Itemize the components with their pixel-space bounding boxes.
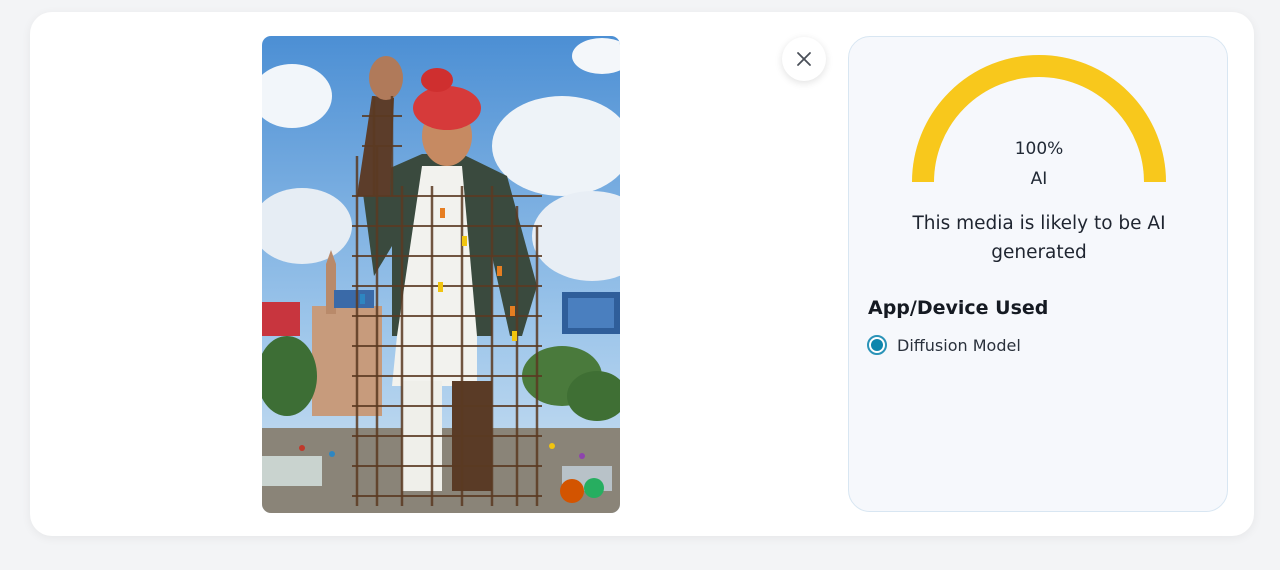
app-device-section-title: App/Device Used	[868, 297, 1049, 319]
result-modal: 100% AI This media is likely to be AI ge…	[30, 12, 1254, 536]
analyzed-image	[262, 36, 620, 513]
option-label: Diffusion Model	[897, 335, 1021, 355]
ai-score-percent: 100%	[1014, 139, 1064, 159]
close-button[interactable]	[782, 37, 826, 81]
close-icon	[797, 52, 811, 66]
radio-button[interactable]	[867, 335, 887, 355]
ai-score-gauge: 100% AI	[912, 55, 1166, 189]
radio-selected-dot	[871, 339, 883, 351]
ai-score-label: AI	[1030, 169, 1048, 189]
detection-result-panel: 100% AI This media is likely to be AI ge…	[848, 36, 1228, 512]
gauge-arc	[912, 55, 1166, 183]
option-diffusion-model[interactable]: Diffusion Model	[867, 335, 1021, 355]
verdict-text: This media is likely to be AI generated	[912, 213, 1166, 263]
